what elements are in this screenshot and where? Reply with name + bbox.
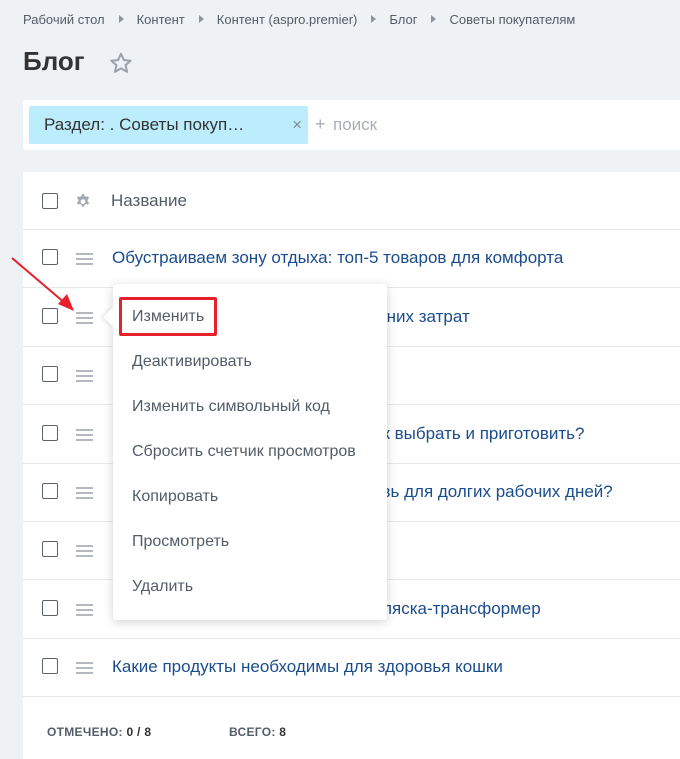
total-value: 8	[279, 725, 287, 739]
chevron-right-icon	[431, 15, 437, 23]
menu-item-edit[interactable]: Изменить	[132, 308, 204, 326]
hamburger-icon[interactable]	[76, 312, 93, 324]
row-title-link[interactable]: Обустраиваем зону отдыха: топ-5 товаров …	[112, 248, 563, 268]
chevron-right-icon	[118, 15, 124, 23]
close-icon[interactable]: ×	[292, 116, 302, 134]
filter-tag-label: Раздел: . Советы покуп…	[44, 115, 245, 134]
checked-counter: ОТМЕЧЕНО: 0 / 8	[47, 725, 151, 739]
hamburger-icon[interactable]	[76, 545, 93, 557]
star-icon[interactable]	[109, 52, 133, 74]
breadcrumb-item-blog[interactable]: Блог	[389, 12, 417, 27]
page-title: Блог	[23, 46, 85, 76]
chevron-right-icon	[198, 15, 204, 23]
menu-item-edit-code[interactable]: Изменить символьный код	[132, 398, 330, 416]
checked-value: 0 / 8	[126, 725, 152, 739]
row-title-link[interactable]: шних затрат	[373, 307, 470, 327]
row-checkbox[interactable]	[42, 483, 58, 499]
row-checkbox[interactable]	[42, 249, 58, 265]
row-checkbox[interactable]	[42, 308, 58, 324]
hamburger-icon[interactable]	[76, 604, 93, 616]
row-title-link[interactable]: оляска-трансформер	[373, 599, 541, 619]
search-input[interactable]	[331, 113, 631, 137]
checked-label: ОТМЕЧЕНО:	[47, 725, 123, 739]
row-title-link[interactable]: Какие продукты необходимы для здоровья к…	[112, 657, 503, 677]
hamburger-icon[interactable]	[76, 370, 93, 382]
row-checkbox[interactable]	[42, 541, 58, 557]
column-header-title[interactable]: Название	[111, 191, 187, 211]
filter-bar: Раздел: . Советы покуп… × +	[23, 100, 680, 150]
breadcrumb: Рабочий стол Контент Контент (aspro.prem…	[23, 10, 575, 28]
menu-item-view[interactable]: Просмотреть	[132, 533, 229, 551]
row-context-menu: Изменить Деактивировать Изменить символь…	[103, 284, 387, 620]
plus-icon: +	[315, 114, 326, 134]
breadcrumb-item-tips[interactable]: Советы покупателям	[449, 12, 575, 27]
select-all-checkbox[interactable]	[42, 193, 58, 209]
row-checkbox[interactable]	[42, 600, 58, 616]
menu-item-reset-counter[interactable]: Сбросить счетчик просмотров	[132, 443, 356, 461]
total-label: ВСЕГО:	[229, 725, 276, 739]
row-checkbox[interactable]	[42, 366, 58, 382]
row-title-link[interactable]: ак выбрать и приготовить?	[373, 424, 584, 444]
hamburger-icon[interactable]	[76, 487, 93, 499]
row-title-link[interactable]: увь для долгих рабочих дней?	[373, 482, 613, 502]
table-row[interactable]: Обустраиваем зону отдыха: топ-5 товаров …	[23, 230, 680, 288]
grid-header: Название	[23, 172, 680, 230]
breadcrumb-item-desktop[interactable]: Рабочий стол	[23, 12, 105, 27]
menu-item-delete[interactable]: Удалить	[132, 578, 193, 596]
hamburger-icon[interactable]	[76, 662, 93, 674]
menu-item-deactivate[interactable]: Деактивировать	[132, 353, 252, 371]
row-checkbox[interactable]	[42, 658, 58, 674]
breadcrumb-item-content-aspro[interactable]: Контент (aspro.premier)	[217, 12, 358, 27]
filter-tag-section[interactable]: Раздел: . Советы покуп… ×	[29, 106, 308, 144]
grid-footer: ОТМЕЧЕНО: 0 / 8 ВСЕГО: 8	[23, 699, 680, 759]
hamburger-icon[interactable]	[76, 429, 93, 441]
row-checkbox[interactable]	[42, 425, 58, 441]
chevron-right-icon	[371, 15, 377, 23]
total-counter: ВСЕГО: 8	[229, 725, 286, 739]
table-row[interactable]: Какие продукты необходимы для здоровья к…	[23, 639, 680, 697]
menu-item-copy[interactable]: Копировать	[132, 488, 218, 506]
breadcrumb-item-content[interactable]: Контент	[137, 12, 185, 27]
hamburger-icon[interactable]	[76, 253, 93, 265]
gear-icon[interactable]	[75, 193, 91, 209]
